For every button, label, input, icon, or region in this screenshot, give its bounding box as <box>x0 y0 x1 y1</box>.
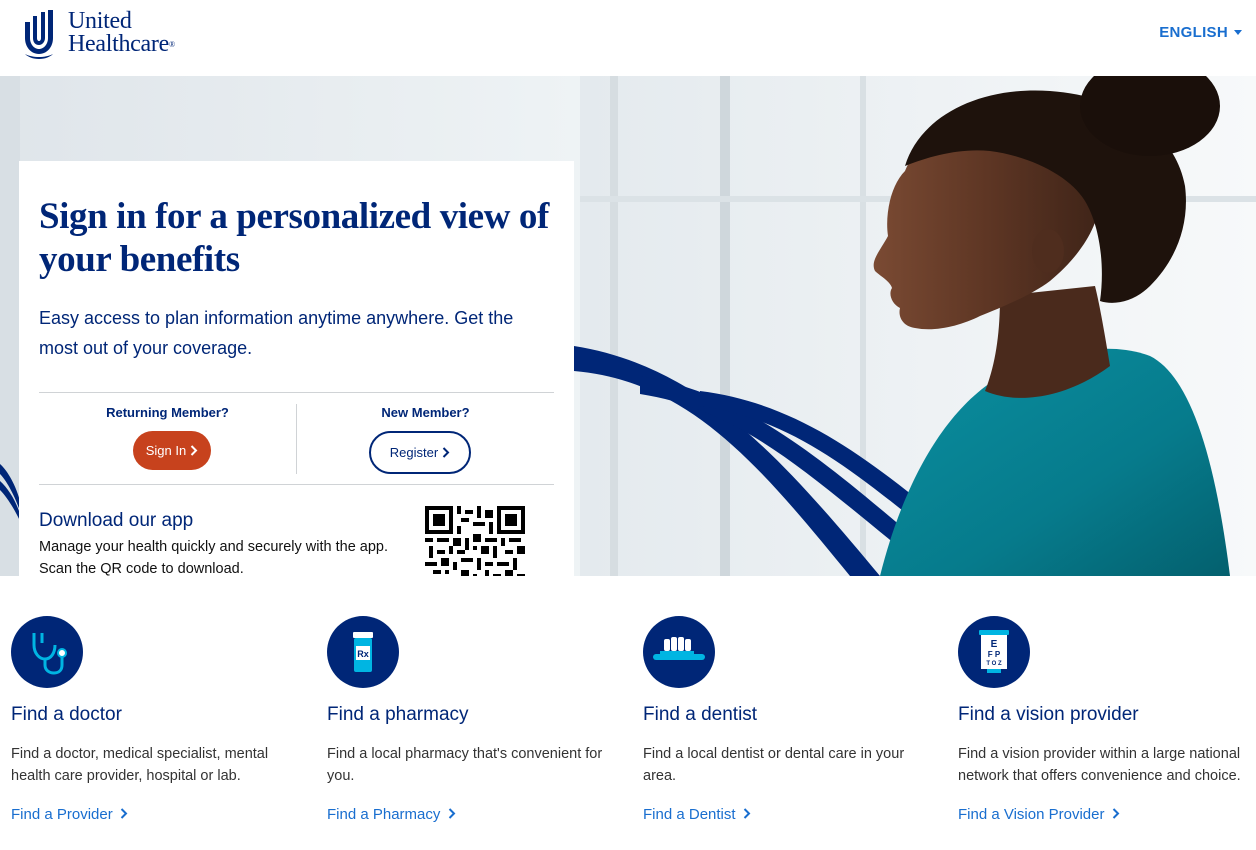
eye-chart-icon: E F P T O Z <box>958 616 1030 688</box>
hero-banner: Sign in for a personalized view of your … <box>0 76 1256 576</box>
find-dentist-link[interactable]: Find a Dentist <box>643 806 751 823</box>
language-label: ENGLISH <box>1159 24 1228 41</box>
svg-text:F P: F P <box>988 650 1001 659</box>
logo-wordmark: United Healthcare® <box>68 8 175 57</box>
chevron-right-icon <box>120 808 128 819</box>
feature-title: Find a dentist <box>643 704 758 725</box>
sign-in-card: Sign in for a personalized view of your … <box>19 161 574 576</box>
svg-text:T O Z: T O Z <box>986 661 1002 667</box>
caret-down-icon <box>1234 30 1242 35</box>
feature-description: Find a vision provider within a large na… <box>958 746 1241 784</box>
feature-find-doctor: Find a doctor Find a doctor, medical spe… <box>0 576 300 850</box>
svg-text:E: E <box>991 639 998 650</box>
divider <box>39 392 554 393</box>
toothbrush-icon <box>643 616 715 688</box>
logo-line-1: United <box>68 8 132 34</box>
chevron-right-icon <box>1112 808 1120 819</box>
download-app-title: Download our app <box>39 510 194 531</box>
stethoscope-icon <box>11 616 83 688</box>
register-button[interactable]: Register <box>369 431 471 474</box>
hero-headline: Sign in for a personalized view of your … <box>39 196 549 280</box>
feature-find-vision-provider: E F P T O Z Find a vision provider Find … <box>947 576 1247 850</box>
app-text-line-1: Manage your health quickly and securely … <box>39 539 389 555</box>
new-member-label: New Member? <box>381 405 470 420</box>
find-vision-provider-link-label: Find a Vision Provider <box>958 806 1105 823</box>
language-selector[interactable]: ENGLISH <box>1159 24 1242 41</box>
pharmacy-bottle-icon: Rx <box>327 616 399 688</box>
chevron-right-icon <box>448 808 455 819</box>
app-text-line-2: Scan the QR code to download. <box>39 561 244 576</box>
find-pharmacy-link-label: Find a Pharmacy <box>327 806 441 823</box>
unitedhealthcare-logo[interactable]: United Healthcare® <box>22 8 175 60</box>
chevron-right-icon <box>743 808 751 819</box>
svg-text:Rx: Rx <box>357 649 369 659</box>
feature-title: Find a pharmacy <box>327 704 469 725</box>
download-app-description: Manage your health quickly and securely … <box>39 536 419 576</box>
site-header: United Healthcare® ENGLISH <box>0 0 1256 76</box>
feature-description: Find a local dentist or dental care in y… <box>643 746 905 784</box>
chevron-right-icon <box>442 447 450 458</box>
feature-description: Find a local pharmacy that's convenient … <box>327 746 603 784</box>
chevron-right-icon <box>191 445 198 456</box>
qr-code-icon[interactable] <box>425 506 525 576</box>
register-button-label: Register <box>389 445 439 460</box>
feature-find-dentist: Find a dentist Find a local dentist or d… <box>632 576 932 850</box>
logo-line-2: Healthcare <box>68 31 169 57</box>
sign-in-button-label: Sign In <box>145 443 187 458</box>
divider <box>39 484 554 485</box>
returning-member-label: Returning Member? <box>106 405 229 420</box>
find-pharmacy-link[interactable]: Find a Pharmacy <box>327 806 456 823</box>
u-logo-mark-icon <box>25 10 53 59</box>
feature-title: Find a vision provider <box>958 704 1139 725</box>
feature-title: Find a doctor <box>11 704 122 725</box>
find-provider-link[interactable]: Find a Provider <box>11 806 128 823</box>
find-dentist-link-label: Find a Dentist <box>643 806 736 823</box>
feature-find-pharmacy: Rx Find a pharmacy Find a local pharmacy… <box>316 576 616 850</box>
registered-mark: ® <box>168 40 175 49</box>
sign-in-button[interactable]: Sign In <box>133 431 211 470</box>
find-provider-link-label: Find a Provider <box>11 806 113 823</box>
find-care-section: Find a doctor Find a doctor, medical spe… <box>0 576 1256 850</box>
feature-description: Find a doctor, medical specialist, menta… <box>11 746 269 784</box>
find-vision-provider-link[interactable]: Find a Vision Provider <box>958 806 1120 823</box>
hero-subtext: Easy access to plan information anytime … <box>39 308 514 358</box>
